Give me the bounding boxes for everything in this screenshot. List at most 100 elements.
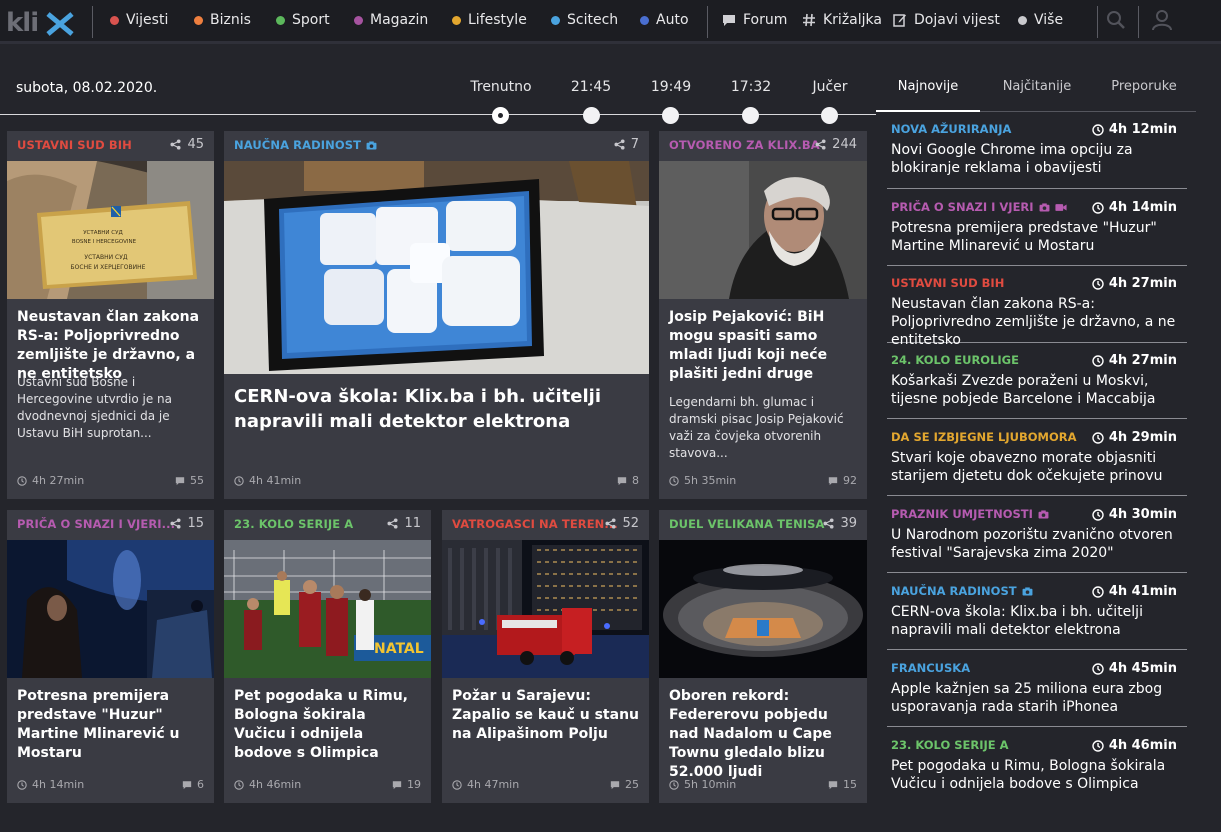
news-category[interactable]: DA SE IZBJEGNE LJUBOMORA (891, 430, 1077, 444)
nav-section-sport[interactable]: Sport (276, 12, 330, 28)
timeline-dot[interactable] (821, 107, 838, 124)
article-title[interactable]: Potresna premijera predstave "Huzur" Mar… (17, 687, 204, 763)
nav-section-magazin[interactable]: Magazin (354, 12, 428, 28)
article-title[interactable]: Josip Pejaković: BiH mogu spasiti samo m… (669, 308, 857, 384)
card-category[interactable]: VATROGASCI NA TEREN... (452, 517, 618, 531)
featured-article-card[interactable]: NAUČNA RADINOST 7 CERN-ova škola: Klix.b… (224, 131, 649, 499)
latest-news-item[interactable]: PRIČA O SNAZI I VJERI 4h 14min Potresna … (887, 200, 1187, 266)
news-title[interactable]: Pet pogodaka u Rimu, Bologna šokirala Vu… (891, 757, 1181, 793)
article-title[interactable]: CERN-ova škola: Klix.ba i bh. učitelji n… (234, 384, 639, 434)
nav-separator (1138, 6, 1139, 38)
comment-count[interactable]: 55 (175, 474, 204, 487)
article-title[interactable]: Oboren rekord: Federerovu pobjedu nad Na… (669, 687, 857, 782)
card-category[interactable]: PRIČA O SNAZI I VJERI... (17, 517, 175, 531)
news-title[interactable]: Novi Google Chrome ima opciju za blokira… (891, 141, 1181, 177)
nav-section-scitech[interactable]: Scitech (551, 12, 618, 28)
article-card[interactable]: USTAVNI SUD BIH 45 УСТАВНИ СУД BOSNE I H… (7, 131, 214, 499)
article-image[interactable] (7, 540, 214, 678)
nav-link-dojavi-vijest[interactable]: Dojavi vijest (893, 12, 1000, 28)
article-card[interactable]: OTVORENO ZA KLIX.BA 244 Josip Pejaković:… (659, 131, 867, 499)
news-title[interactable]: Košarkaši Zvezde poraženi u Moskvi, tije… (891, 372, 1181, 408)
category-label: 24. KOLO EUROLIGE (891, 353, 1019, 367)
article-image[interactable] (659, 540, 867, 678)
share-count[interactable]: 45 (170, 137, 204, 152)
nav-section-lifestyle[interactable]: Lifestyle (452, 12, 527, 28)
klix-logo[interactable]: kli (6, 8, 74, 36)
article-card[interactable]: DUEL VELIKANA TENISA 39 Oboren rekord: F… (659, 510, 867, 803)
timeline-dot[interactable] (742, 107, 759, 124)
latest-news-item[interactable]: USTAVNI SUD BIH 4h 27min Neustavan član … (887, 276, 1187, 348)
tab-preporuke[interactable]: Preporuke (1092, 79, 1196, 94)
article-title[interactable]: Neustavan član zakona RS-a: Poljoprivred… (17, 308, 204, 384)
news-category[interactable]: FRANCUSKA (891, 661, 970, 675)
news-category[interactable]: NOVA AŽURIRANJA (891, 122, 1011, 136)
news-title[interactable]: Stvari koje obavezno morate objasniti st… (891, 449, 1181, 485)
user-icon[interactable] (1152, 9, 1172, 31)
share-count[interactable]: 11 (387, 516, 421, 531)
nav-link-vise[interactable]: Više (1018, 12, 1063, 28)
timeline-dot-active[interactable] (492, 107, 509, 124)
share-count[interactable]: 244 (815, 137, 857, 152)
category-label: PRAZNIK UMJETNOSTI (891, 507, 1033, 521)
comment-count[interactable]: 19 (392, 778, 421, 791)
timeline-label[interactable]: Jučer (795, 79, 865, 95)
card-category[interactable]: DUEL VELIKANA TENISA (669, 517, 825, 531)
latest-news-item[interactable]: 23. KOLO SERIJE A 4h 46min Pet pogodaka … (887, 738, 1187, 804)
article-title[interactable]: Pet pogodaka u Rimu, Bologna šokirala Vu… (234, 687, 421, 763)
article-image[interactable] (659, 161, 867, 299)
news-category[interactable]: 23. KOLO SERIJE A (891, 738, 1009, 752)
latest-news-item[interactable]: FRANCUSKA 4h 45min Apple kažnjen sa 25 m… (887, 661, 1187, 727)
search-icon[interactable] (1106, 10, 1126, 30)
share-count[interactable]: 15 (170, 516, 204, 531)
comment-count[interactable]: 8 (617, 474, 639, 487)
card-category[interactable]: USTAVNI SUD BIH (17, 138, 132, 152)
timeline-label[interactable]: 19:49 (636, 79, 706, 95)
nav-link-forum[interactable]: Forum (722, 12, 787, 28)
nav-section-vijesti[interactable]: Vijesti (110, 12, 168, 28)
card-category[interactable]: OTVORENO ZA KLIX.BA (669, 138, 820, 152)
timeline-dot[interactable] (662, 107, 679, 124)
nav-link-krizaljka[interactable]: Križaljka (802, 12, 882, 28)
news-title[interactable]: Apple kažnjen sa 25 miliona eura zbog us… (891, 680, 1181, 716)
comment-count[interactable]: 92 (828, 474, 857, 487)
nav-section-biznis[interactable]: Biznis (194, 12, 251, 28)
article-title[interactable]: Požar u Sarajevu: Zapalio se kauč u stan… (452, 687, 639, 744)
latest-news-item[interactable]: NAUČNA RADINOST 4h 41min CERN-ova škola:… (887, 584, 1187, 650)
news-category[interactable]: NAUČNA RADINOST (891, 584, 1033, 598)
article-card[interactable]: PRIČA O SNAZI I VJERI... 15 Potresna pre… (7, 510, 214, 803)
comment-count[interactable]: 6 (182, 778, 204, 791)
nav-section-auto[interactable]: Auto (640, 12, 689, 28)
news-title[interactable]: Potresna premijera predstave "Huzur" Mar… (891, 219, 1181, 255)
timeline-label[interactable]: 17:32 (716, 79, 786, 95)
latest-news-item[interactable]: DA SE IZBJEGNE LJUBOMORA 4h 29min Stvari… (887, 430, 1187, 496)
article-card[interactable]: VATROGASCI NA TEREN... 52 Požar u Saraje… (442, 510, 649, 803)
share-count[interactable]: 7 (614, 137, 639, 152)
article-image[interactable] (442, 540, 649, 678)
news-category[interactable]: PRIČA O SNAZI I VJERI (891, 200, 1067, 214)
article-image[interactable] (224, 161, 649, 374)
article-card[interactable]: 23. KOLO SERIJE A 11 NATAL Pet pogodaka … (224, 510, 431, 803)
share-count[interactable]: 52 (605, 516, 639, 531)
timeline-label-trenutno[interactable]: Trenutno (466, 79, 536, 95)
latest-news-item[interactable]: PRAZNIK UMJETNOSTI 4h 30min U Narodnom p… (887, 507, 1187, 573)
timeline-dot[interactable] (583, 107, 600, 124)
card-category[interactable]: 23. KOLO SERIJE A (234, 517, 353, 531)
news-category[interactable]: USTAVNI SUD BIH (891, 276, 1004, 290)
comment-count[interactable]: 25 (610, 778, 639, 791)
news-title[interactable]: Neustavan član zakona RS-a: Poljoprivred… (891, 295, 1181, 349)
comment-count[interactable]: 15 (828, 778, 857, 791)
time-text: 4h 27min (32, 474, 85, 487)
tab-najnovije[interactable]: Najnovije (876, 79, 980, 94)
article-image[interactable]: УСТАВНИ СУД BOSNE I HERCEGOVINE УСТАВНИ … (7, 161, 214, 299)
news-title[interactable]: U Narodnom pozorištu zvanično otvoren fe… (891, 526, 1181, 562)
tab-najcitanije[interactable]: Najčitanije (985, 79, 1089, 94)
news-category[interactable]: 24. KOLO EUROLIGE (891, 353, 1019, 367)
news-category[interactable]: PRAZNIK UMJETNOSTI (891, 507, 1049, 521)
share-count[interactable]: 39 (823, 516, 857, 531)
news-title[interactable]: CERN-ova škola: Klix.ba i bh. učitelji n… (891, 603, 1181, 639)
latest-news-item[interactable]: 24. KOLO EUROLIGE 4h 27min Košarkaši Zve… (887, 353, 1187, 419)
timeline-label[interactable]: 21:45 (556, 79, 626, 95)
card-category[interactable]: NAUČNA RADINOST (234, 138, 377, 152)
latest-news-item[interactable]: NOVA AŽURIRANJA 4h 12min Novi Google Chr… (887, 122, 1187, 189)
article-image[interactable]: NATAL (224, 540, 431, 678)
